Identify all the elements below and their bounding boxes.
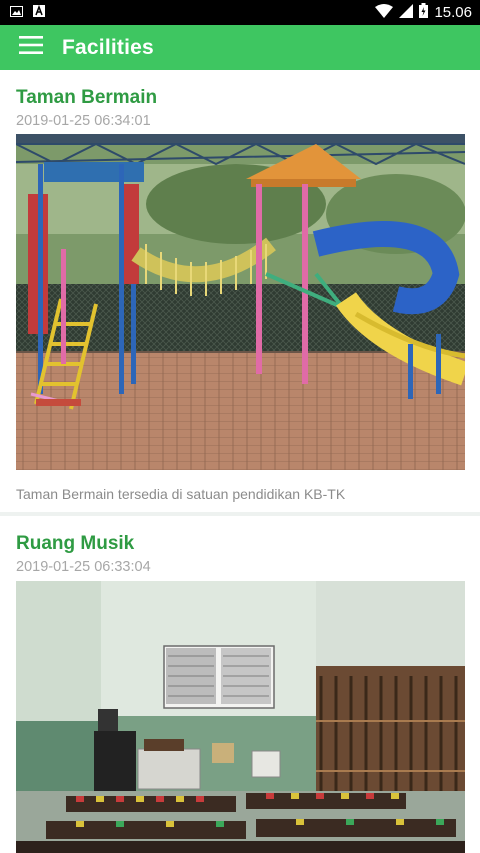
wifi-icon [375,3,394,22]
battery-icon [419,3,429,22]
signal-icon [399,3,414,22]
facility-title: Taman Bermain [16,87,158,108]
page-title: Facilities [62,35,154,59]
menu-button[interactable] [0,25,62,70]
image-icon [10,4,23,22]
music-room-photo[interactable] [16,581,465,853]
facilities-list[interactable]: Taman Bermain 2019-01-25 06:34:01 Taman … [0,70,480,853]
facility-title: Ruang Musik [16,533,135,554]
facility-card[interactable]: Ruang Musik 2019-01-25 06:33:04 [0,516,480,853]
playground-photo[interactable] [16,134,465,470]
app-bar: Facilities [0,25,480,70]
clock-time: 15.06 [434,4,472,21]
hamburger-menu-icon [19,36,43,59]
status-bar: 15.06 [0,0,480,25]
facility-date: 2019-01-25 06:34:01 [16,113,151,129]
facility-date: 2019-01-25 06:33:04 [16,559,151,575]
a-icon [33,4,45,22]
facility-caption: Taman Bermain tersedia di satuan pendidi… [16,486,346,502]
facility-card[interactable]: Taman Bermain 2019-01-25 06:34:01 Taman … [0,70,480,512]
